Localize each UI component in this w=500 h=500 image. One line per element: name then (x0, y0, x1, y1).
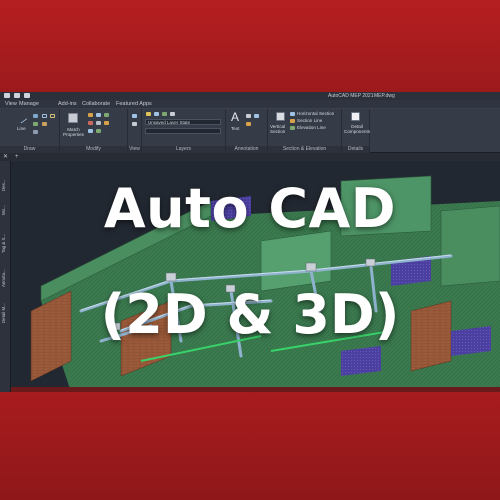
layer-icon[interactable] (146, 112, 151, 116)
view-icon[interactable] (132, 122, 137, 126)
floor-tile (341, 346, 381, 376)
rotate-icon[interactable] (104, 113, 109, 117)
polyline-icon[interactable] (33, 114, 38, 118)
layer-icon[interactable] (162, 112, 167, 116)
arc-icon[interactable] (50, 114, 55, 118)
tab-manage[interactable]: Manage (19, 100, 39, 109)
panel-label-modify: Modify (60, 146, 127, 153)
vertical-section-icon[interactable] (276, 112, 285, 121)
course-subtitle: (2D & 3D) (100, 283, 400, 346)
fillet-icon[interactable] (104, 121, 109, 125)
section-line-icon[interactable] (290, 119, 295, 123)
horizontal-section-icon[interactable] (290, 112, 295, 116)
match-properties-label[interactable]: Match Properties (63, 127, 84, 137)
line-icon[interactable] (16, 112, 28, 124)
tab-featured-apps[interactable]: Featured Apps (116, 100, 152, 109)
quick-access-icon[interactable] (4, 93, 10, 98)
room-partition (260, 230, 332, 292)
elevation-line-label[interactable]: Elevation Line (297, 125, 326, 130)
layer-combo[interactable] (145, 128, 221, 134)
title-bar: AutoCAD MEP 2021 MEP.dwg (0, 92, 500, 100)
panel-label-section-elevation: Section & Elevation (268, 146, 341, 153)
panel-details: Detail Components Details (342, 109, 370, 153)
bottom-red-band (0, 392, 500, 500)
panel-view: View (128, 109, 142, 153)
ribbon-tab-bar: View Manage Add-ins Collaborate Featured… (0, 100, 500, 109)
horizontal-section-label[interactable]: Horizontal Section (297, 111, 334, 116)
rectangle-icon[interactable] (33, 122, 38, 126)
layer-icon[interactable] (170, 112, 175, 116)
course-title: Auto CAD (103, 177, 397, 240)
tab-add-ins[interactable]: Add-ins (58, 100, 77, 109)
quick-access-icon[interactable] (14, 93, 20, 98)
tab-view[interactable]: View (5, 100, 17, 109)
autocad-screenshot: AutoCAD MEP 2021 MEP.dwg View Manage Add… (0, 92, 500, 392)
table-icon[interactable] (246, 122, 251, 126)
panel-draw: Line Draw (0, 109, 60, 153)
move-icon[interactable] (88, 113, 93, 117)
panel-layers: Unsaved Layer State Layers (142, 109, 226, 153)
quick-access-toolbar[interactable] (4, 93, 30, 99)
panel-label-layers: Layers (142, 146, 225, 153)
file-tab-row: ✕ + (0, 153, 500, 161)
file-name: MEP.dwg (374, 93, 395, 99)
text-tool-label[interactable]: Text (231, 126, 239, 131)
panel-label-draw: Draw (0, 146, 59, 153)
panel-label-details: Details (342, 146, 369, 153)
section-line-label[interactable]: Section Line (297, 118, 322, 123)
trim-icon[interactable] (88, 121, 93, 125)
view-icon[interactable] (132, 114, 137, 118)
app-title: AutoCAD MEP 2021 (328, 93, 374, 99)
quick-access-icon[interactable] (24, 93, 30, 98)
scale-icon[interactable] (96, 129, 101, 133)
palette-tab-annotation[interactable]: Annota... (1, 257, 10, 287)
dimension-icon[interactable] (246, 114, 251, 118)
leader-icon[interactable] (254, 114, 259, 118)
tab-collaborate[interactable]: Collaborate (82, 100, 110, 109)
vertical-section-label[interactable]: Vertical Section (270, 124, 285, 134)
layer-state-combo[interactable]: Unsaved Layer State (145, 119, 221, 125)
stretch-icon[interactable] (88, 129, 93, 133)
copy-icon[interactable] (96, 113, 101, 117)
draw-tool-icon[interactable] (33, 130, 38, 134)
detail-components-icon[interactable] (351, 112, 360, 121)
text-icon[interactable]: A (231, 111, 239, 123)
elevation-line-icon[interactable] (290, 126, 295, 130)
ribbon: Line Draw Match Properties Modify View U… (0, 109, 500, 153)
layer-icon[interactable] (154, 112, 159, 116)
match-properties-icon[interactable] (68, 113, 78, 123)
panel-annotation: A Text Annotation (226, 109, 268, 153)
mirror-icon[interactable] (96, 121, 101, 125)
line-tool-label[interactable]: Line (17, 126, 26, 131)
hatch-icon[interactable] (42, 122, 47, 126)
detail-components-label[interactable]: Detail Components (344, 124, 370, 134)
top-red-band (0, 0, 500, 92)
circle-icon[interactable] (42, 114, 47, 118)
close-tab-icon[interactable]: ✕ (3, 153, 8, 161)
panel-section-elevation: Vertical Section Horizontal Section Sect… (268, 109, 342, 153)
panel-label-view: View (128, 146, 141, 153)
panel-modify: Match Properties Modify (60, 109, 128, 153)
new-tab-icon[interactable]: + (15, 153, 19, 161)
panel-label-annotation: Annotation (226, 146, 267, 153)
